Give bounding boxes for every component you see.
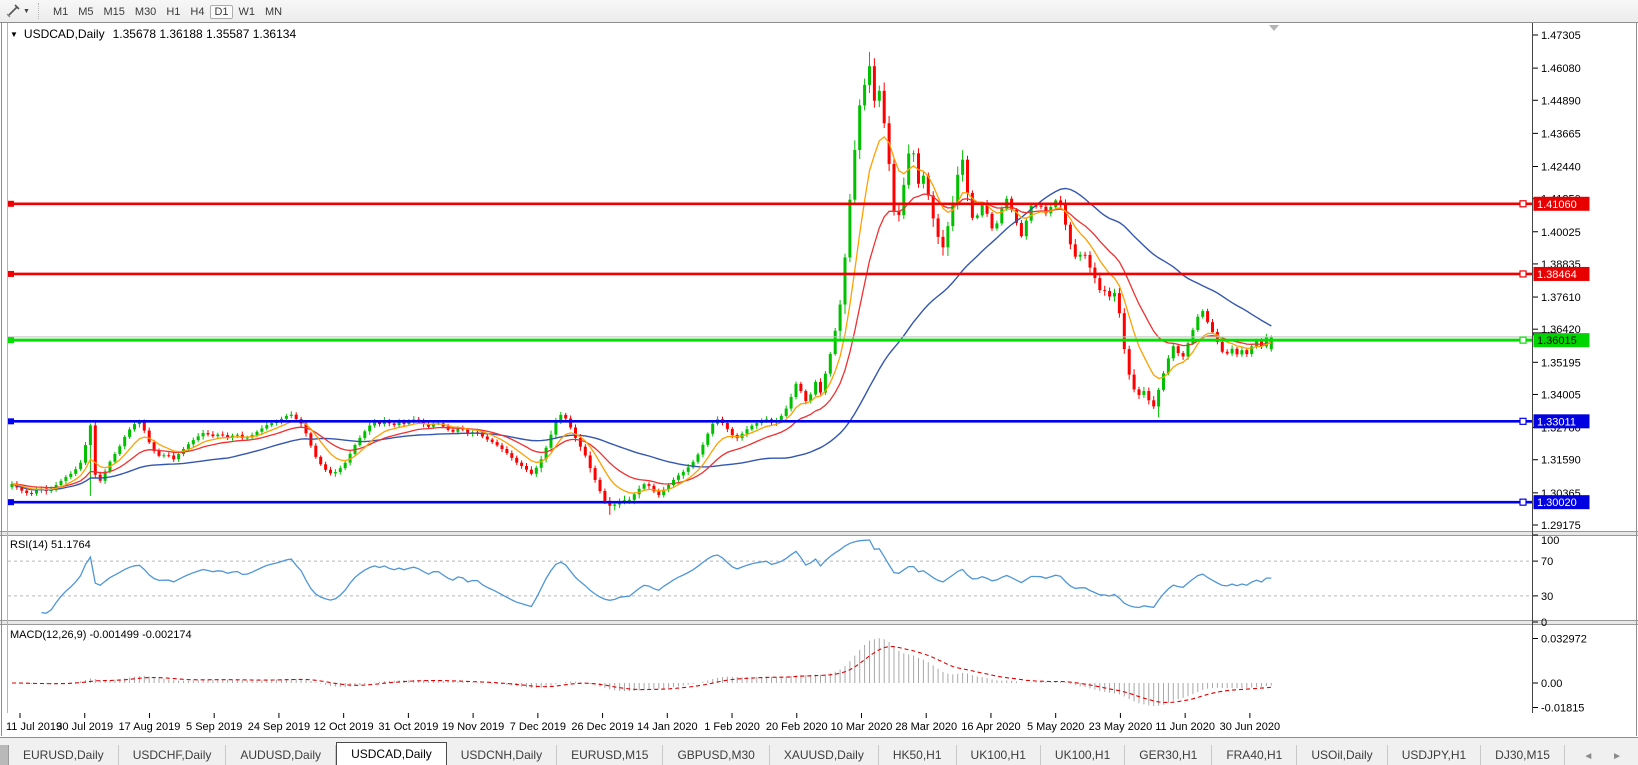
svg-text:1.37610: 1.37610 bbox=[1541, 292, 1581, 304]
tab-usoil-daily[interactable]: USOil,Daily bbox=[1297, 745, 1387, 765]
tab-usdchf-daily[interactable]: USDCHF,Daily bbox=[119, 745, 227, 765]
tab-gbpusd-m30[interactable]: GBPUSD,M30 bbox=[663, 745, 769, 765]
svg-text:1.34005: 1.34005 bbox=[1541, 389, 1581, 401]
svg-text:20 Feb 2020: 20 Feb 2020 bbox=[766, 721, 828, 733]
chart-title: ▼ USDCAD,Daily 1.35678 1.36188 1.35587 1.3… bbox=[10, 27, 296, 41]
svg-text:1.43665: 1.43665 bbox=[1541, 128, 1581, 140]
svg-text:1.40025: 1.40025 bbox=[1541, 227, 1581, 239]
chart-tab-bar: EURUSD,DailyUSDCHF,DailyAUDUSD,DailyUSDC… bbox=[0, 737, 1638, 765]
svg-text:30 Jul 2019: 30 Jul 2019 bbox=[56, 721, 113, 733]
tab-eurusd-daily[interactable]: EURUSD,Daily bbox=[9, 745, 119, 765]
svg-text:30 Jun 2020: 30 Jun 2020 bbox=[1220, 721, 1281, 733]
svg-text:14 Jan 2020: 14 Jan 2020 bbox=[637, 721, 698, 733]
svg-text:5 May 2020: 5 May 2020 bbox=[1027, 721, 1084, 733]
rsi-label: RSI(14) 51.1764 bbox=[10, 539, 91, 551]
svg-text:100: 100 bbox=[1541, 535, 1559, 547]
tab-xauusd-daily[interactable]: XAUUSD,Daily bbox=[770, 745, 879, 765]
tab-fra40-h1[interactable]: FRA40,H1 bbox=[1212, 745, 1297, 765]
chart-symbol-period: USDCAD,Daily bbox=[24, 27, 105, 41]
svg-text:0.032972: 0.032972 bbox=[1541, 633, 1587, 645]
down-triangle-icon[interactable]: ▼ bbox=[10, 30, 18, 39]
svg-text:23 May 2020: 23 May 2020 bbox=[1089, 721, 1153, 733]
mt4-terminal: ▼ M1M5M15M30H1H4D1W1MN 1.473051.460801.4… bbox=[0, 0, 1638, 765]
svg-text:16 Apr 2020: 16 Apr 2020 bbox=[961, 721, 1020, 733]
svg-text:0: 0 bbox=[1541, 617, 1547, 629]
pane-chrome bbox=[0, 22, 1638, 736]
tabs-holder: EURUSD,DailyUSDCHF,DailyAUDUSD,DailyUSDC… bbox=[9, 742, 1565, 765]
tab-usdjpy-h1[interactable]: USDJPY,H1 bbox=[1388, 745, 1481, 765]
svg-text:1.42440: 1.42440 bbox=[1541, 161, 1581, 173]
chart-ohlc-values: 1.35678 1.36188 1.35587 1.36134 bbox=[113, 27, 297, 41]
svg-text:11 Jul 2019: 11 Jul 2019 bbox=[6, 721, 62, 733]
tab-audusd-daily[interactable]: AUDUSD,Daily bbox=[226, 745, 336, 765]
chart-canvas[interactable]: 1.473051.460801.448901.436651.424401.412… bbox=[0, 0, 1638, 765]
svg-text:1.29175: 1.29175 bbox=[1541, 520, 1581, 532]
svg-text:28 Mar 2020: 28 Mar 2020 bbox=[895, 721, 957, 733]
macd-label: MACD(12,26,9) -0.001499 -0.002174 bbox=[10, 629, 192, 641]
svg-text:1 Feb 2020: 1 Feb 2020 bbox=[704, 721, 760, 733]
svg-text:1.41060: 1.41060 bbox=[1537, 199, 1577, 211]
tab-scroll-arrows[interactable]: ◄ ► bbox=[1583, 751, 1630, 762]
svg-text:7 Dec 2019: 7 Dec 2019 bbox=[510, 721, 566, 733]
svg-text:0.00: 0.00 bbox=[1541, 678, 1562, 690]
svg-text:26 Dec 2019: 26 Dec 2019 bbox=[571, 721, 633, 733]
svg-text:-0.01815: -0.01815 bbox=[1541, 703, 1584, 715]
tab-usdcnh-daily[interactable]: USDCNH,Daily bbox=[447, 745, 557, 765]
svg-text:1.30020: 1.30020 bbox=[1537, 497, 1577, 509]
svg-text:31 Oct 2019: 31 Oct 2019 bbox=[378, 721, 438, 733]
svg-text:1.35195: 1.35195 bbox=[1541, 357, 1581, 369]
svg-text:30: 30 bbox=[1541, 591, 1553, 603]
svg-text:1.44890: 1.44890 bbox=[1541, 95, 1581, 107]
svg-text:17 Aug 2019: 17 Aug 2019 bbox=[119, 721, 181, 733]
tab-eurusd-m15[interactable]: EURUSD,M15 bbox=[557, 745, 663, 765]
svg-text:11 Jun 2020: 11 Jun 2020 bbox=[1155, 721, 1215, 733]
svg-text:1.47305: 1.47305 bbox=[1541, 30, 1581, 42]
tab-uk100-h1[interactable]: UK100,H1 bbox=[957, 745, 1041, 765]
svg-text:5 Sep 2019: 5 Sep 2019 bbox=[186, 721, 242, 733]
svg-text:19 Nov 2019: 19 Nov 2019 bbox=[442, 721, 504, 733]
tabbar-left-stub bbox=[0, 745, 9, 765]
svg-text:1.33011: 1.33011 bbox=[1537, 416, 1576, 428]
svg-text:1.38464: 1.38464 bbox=[1537, 269, 1577, 281]
tab-hk50-h1[interactable]: HK50,H1 bbox=[879, 745, 957, 765]
svg-text:1.46080: 1.46080 bbox=[1541, 63, 1581, 75]
svg-text:1.31590: 1.31590 bbox=[1541, 455, 1581, 467]
tab-uk100-h1[interactable]: UK100,H1 bbox=[1041, 745, 1125, 765]
svg-text:24 Sep 2019: 24 Sep 2019 bbox=[248, 721, 310, 733]
tab-dj30-m15[interactable]: DJ30,M15 bbox=[1481, 745, 1565, 765]
tab-ger30-h1[interactable]: GER30,H1 bbox=[1125, 745, 1212, 765]
svg-text:12 Oct 2019: 12 Oct 2019 bbox=[314, 721, 374, 733]
svg-text:70: 70 bbox=[1541, 556, 1553, 568]
svg-text:1.36015: 1.36015 bbox=[1537, 335, 1577, 347]
tab-usdcad-daily[interactable]: USDCAD,Daily bbox=[336, 742, 447, 765]
svg-text:10 Mar 2020: 10 Mar 2020 bbox=[831, 721, 893, 733]
